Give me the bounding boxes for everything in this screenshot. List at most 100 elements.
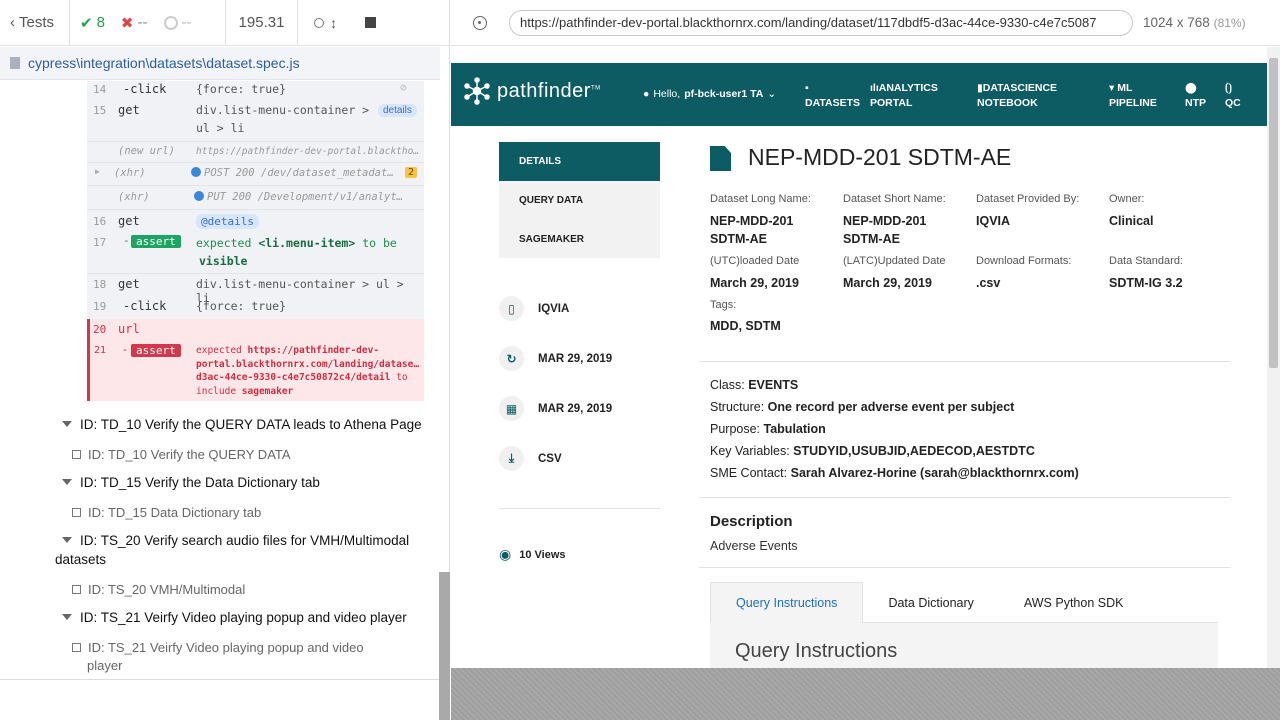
logo-text: pathfinderTM <box>497 79 601 102</box>
command-row[interactable]: (new url) https://pathfinder-dev-portal.… <box>87 141 424 161</box>
caret-right-icon[interactable]: ▶ <box>95 167 100 176</box>
views-count: ◉ 10 Views <box>499 546 566 562</box>
checkbox-icon <box>72 450 81 459</box>
dataset-tabs: Query Instructions Data Dictionary AWS P… <box>710 582 1218 623</box>
field-label: Dataset Provided By: <box>976 193 1080 205</box>
nav-datascience-notebook[interactable]: ▮DATASCIENCE NOTEBOOK <box>977 81 1057 111</box>
command-row[interactable]: 16 get @details <box>87 209 424 233</box>
command-row[interactable]: (xhr) PUT 200 /Development/v1/analyt… <box>87 185 424 209</box>
field-label: Dataset Long Name: <box>710 193 811 205</box>
divider <box>699 567 1230 568</box>
test-item[interactable]: ID: TS_20 VMH/Multimodal <box>72 582 245 597</box>
qc-icon: ⟮⟯ <box>1225 82 1232 94</box>
command-row[interactable]: 15 get div.list-menu-container > ul > li… <box>87 101 424 139</box>
field-value: IQVIA <box>976 214 1011 228</box>
failed-command-block[interactable]: 20 url 21 - assert expected https://path… <box>87 319 424 401</box>
side-item-sagemaker[interactable]: SAGEMAKER <box>499 220 660 259</box>
pending-count: -- <box>163 14 192 31</box>
scrollbar[interactable] <box>439 572 450 720</box>
runner-controls: ↕ <box>298 0 386 46</box>
field-value: .csv <box>976 276 1001 290</box>
field-label: Tags: <box>710 299 737 311</box>
nav-datasets[interactable]: ▪ DATASETS <box>805 81 860 111</box>
test-suite-title[interactable]: ID: TS_20 Verify search audio files for … <box>62 533 409 548</box>
alias-badge: details <box>378 104 417 117</box>
spec-path[interactable]: cypress\integration\datasets\dataset.spe… <box>28 55 300 71</box>
test-suite-title-cont[interactable]: datasets <box>55 552 106 567</box>
tab-data-dictionary[interactable]: Data Dictionary <box>863 582 998 623</box>
download-icon: ⤓ <box>499 446 524 471</box>
triangle-down-icon <box>62 614 72 620</box>
field-value: NEP-MDD-201 SDTM-AE <box>843 214 927 246</box>
meta-provider: ▯ IQVIA <box>499 296 569 321</box>
tests-back-button[interactable]: ‹ Tests <box>0 0 70 46</box>
logo[interactable]: pathfinderTM <box>463 77 601 105</box>
command-row[interactable]: 19 -click {force: true} <box>87 296 424 318</box>
passed-count: ✔ 8 <box>80 14 105 32</box>
command-row[interactable]: 17 - assert expected <li.menu-item> to b… <box>87 233 424 271</box>
meta-created: ▦ MAR 29, 2019 <box>499 396 612 421</box>
page-scrollbar-thumb[interactable] <box>1269 58 1278 368</box>
test-runner-panel: ‹ Tests ✔ 8 ✖ -- -- 195.31 ↕ cypress\integ… <box>0 0 450 720</box>
side-item-query-data[interactable]: QUERY DATA <box>499 181 660 220</box>
nav-qc[interactable]: ⟮⟯ QC <box>1225 81 1241 111</box>
field-label: Owner: <box>1109 193 1145 205</box>
tests-label: Tests <box>19 14 55 31</box>
duration: 195.31 <box>226 0 298 46</box>
runner-header: ‹ Tests ✔ 8 ✖ -- -- 195.31 ↕ <box>0 0 450 46</box>
test-suite-title[interactable]: ID: TS_21 Veirfy Video playing popup and… <box>62 610 407 625</box>
side-item-details[interactable]: DETAILS <box>499 142 660 181</box>
selector-playground-icon[interactable] <box>473 15 487 30</box>
url-field[interactable]: https://pathfinder-dev-portal.blackthorn… <box>509 9 1133 36</box>
browser-toolbar: https://pathfinder-dev-portal.blackthorn… <box>451 0 1280 46</box>
divider <box>0 679 440 680</box>
test-item[interactable]: ID: TD_10 Verify the QUERY DATA <box>72 447 291 462</box>
scroll-arrows-icon[interactable]: ↕ <box>330 15 337 31</box>
back-to-datasets-link[interactable]: ← BACK TO DATASETS <box>498 111 617 122</box>
field-value: Clinical <box>1109 214 1154 228</box>
failed-count: ✖ -- <box>120 14 148 32</box>
nav-ntp[interactable]: ⬤ NTP <box>1185 81 1206 111</box>
spec-path-bar[interactable]: cypress\integration\datasets\dataset.spe… <box>0 47 440 80</box>
arrow-left-icon: ← <box>498 111 508 122</box>
stop-button[interactable] <box>365 17 376 28</box>
user-menu[interactable]: ● Hello, pf-bck-user1 TA ⌄ <box>643 88 776 100</box>
command-log: 14 -click {force: true} ⊘ 15 get div.lis… <box>0 81 438 679</box>
chevron-down-icon: ⌄ <box>767 88 777 100</box>
field-label: Dataset Short Name: <box>843 193 946 205</box>
test-item[interactable]: ID: TS_21 Veirfy Video playing popup and… <box>72 640 364 655</box>
auto-scroll-icon[interactable] <box>314 17 324 28</box>
command-row[interactable]: 18 get div.list-menu-container > ul > li <box>87 273 424 305</box>
triangle-down-icon <box>62 421 72 427</box>
test-suite-title[interactable]: ID: TD_10 Verify the QUERY DATA leads to… <box>62 417 422 432</box>
eye-slash-icon[interactable]: ⊘ <box>400 81 407 94</box>
user-icon: ● <box>643 88 650 100</box>
tab-query-instructions[interactable]: Query Instructions <box>710 582 864 623</box>
nav-analytics-portal[interactable]: ılıANALYTICS PORTAL <box>870 81 938 111</box>
command-row[interactable]: ▶ (xhr) POST 200 /dev/dataset_metadat… 2 <box>87 162 424 185</box>
checkbox-icon <box>72 508 81 517</box>
count-badge: 2 <box>405 167 418 178</box>
field-value: SDTM-IG 3.2 <box>1109 276 1183 290</box>
checkbox-icon <box>72 585 81 594</box>
xhr-status-icon <box>191 167 201 177</box>
check-icon: ✔ <box>80 14 93 32</box>
command-row[interactable]: 14 -click {force: true} ⊘ <box>87 81 424 99</box>
field-value: NEP-MDD-201 SDTM-AE <box>710 214 794 246</box>
panel-title: Query Instructions <box>735 640 898 662</box>
assert-badge: assert <box>131 344 181 357</box>
triangle-down-icon <box>62 537 72 543</box>
nav-ml-pipeline[interactable]: ▾ ML PIPELINE <box>1109 81 1157 111</box>
flask-icon: ▾ <box>1109 82 1115 94</box>
meta-format: ⤓ CSV <box>499 446 562 471</box>
description-heading: Description <box>710 513 793 530</box>
tab-aws-python-sdk[interactable]: AWS Python SDK <box>999 582 1149 623</box>
test-item-cont[interactable]: player <box>87 658 122 673</box>
viewport-margin <box>451 668 1280 720</box>
pin-icon: ⬤ <box>1185 82 1197 94</box>
test-suite-title[interactable]: ID: TD_15 Verify the Data Dictionary tab <box>62 475 320 490</box>
test-item[interactable]: ID: TD_15 Data Dictionary tab <box>72 505 261 520</box>
file-icon: ▪ <box>805 82 809 94</box>
alias-badge: @details <box>196 214 259 229</box>
dataset-side-menu: DETAILS QUERY DATA SAGEMAKER <box>499 142 660 258</box>
